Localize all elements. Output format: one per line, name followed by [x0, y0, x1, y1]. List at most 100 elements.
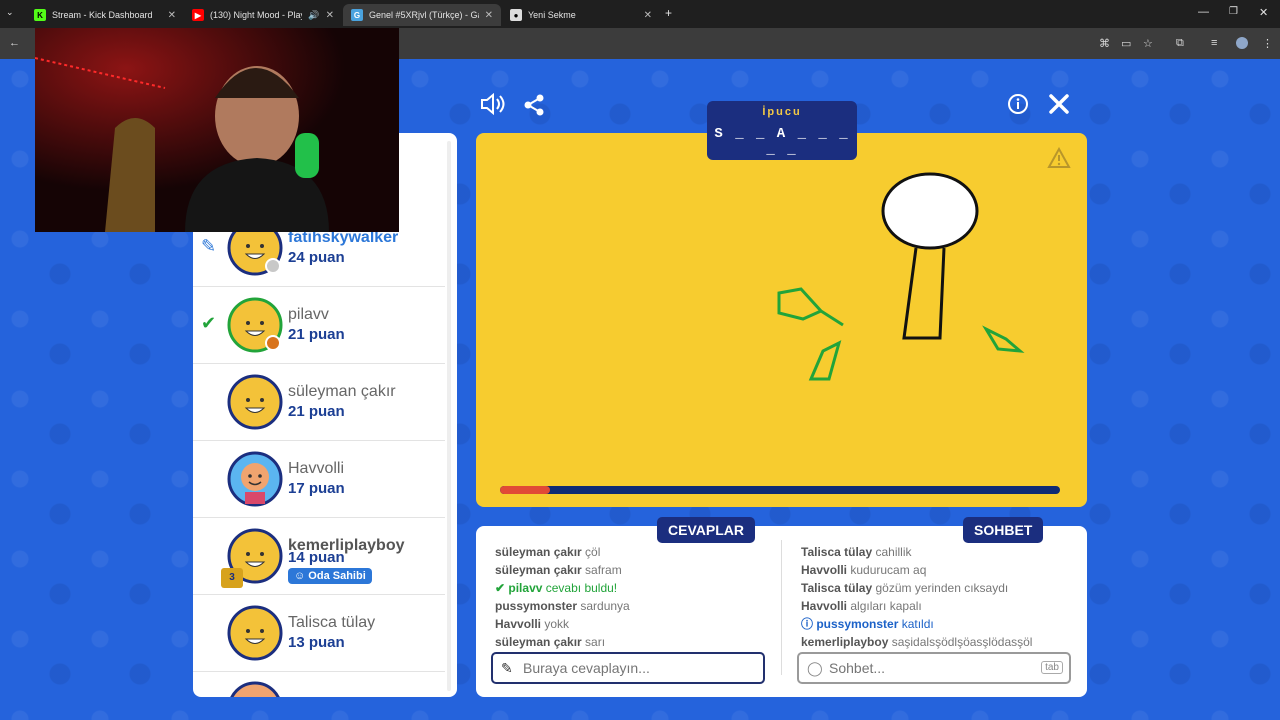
message-row: süleyman çakır sarı [495, 633, 765, 651]
chat-bubble-icon: ◯ [807, 660, 823, 676]
message-user: süleyman çakır [495, 545, 582, 559]
message-user: pussymonster [816, 617, 899, 631]
message-user: kemerliplayboy [801, 635, 889, 649]
message-text: sardunya [577, 599, 630, 613]
player-points: 24 puan [288, 249, 345, 266]
close-tab-icon[interactable]: ✕ [326, 10, 334, 21]
player-points: 13 puan [288, 634, 345, 651]
answer-input-box[interactable]: ✎ [491, 652, 765, 684]
message-user: Havvolli [801, 563, 848, 577]
drawing-canvas[interactable] [476, 133, 1087, 507]
message-text: yokk [541, 617, 570, 631]
message-user: Talisca tülay [801, 581, 873, 595]
hint-word: S _ _ A _ _ _ _ _ [714, 126, 850, 158]
new-tab-icon[interactable]: + [665, 6, 672, 20]
youtube-icon: ▶ [192, 9, 204, 21]
info-icon[interactable] [1007, 93, 1029, 121]
close-window-icon[interactable]: ✕ [1259, 6, 1268, 19]
tab-search-icon[interactable]: ⌄ [6, 7, 14, 18]
message-text: çöl [581, 545, 601, 559]
browser-tab-bar: ⌄ K Stream - Kick Dashboard ✕ ▶ (130) Ni… [0, 0, 1280, 28]
audio-playing-icon[interactable]: 🔊 [308, 10, 319, 21]
minimize-icon[interactable]: — [1198, 6, 1209, 18]
chat-list: Talisca tülay cahillik Havvolli kudurucam… [801, 543, 1071, 651]
chat-input-box[interactable]: ◯ tab [797, 652, 1071, 684]
tab-key-hint: tab [1041, 661, 1063, 674]
message-row: Havvolli yokk [495, 615, 765, 633]
message-text: sarı [581, 635, 606, 649]
message-text: gözüm yerinden cıksaydı [872, 581, 1009, 595]
player-row: ✔ pilavv 21 puan [193, 287, 445, 364]
message-text: algıları kapalı [847, 599, 922, 613]
player-points: 14 puan [288, 549, 345, 566]
cast-icon[interactable]: ▭ [1121, 37, 1131, 50]
room-owner-badge: ☺ Oda Sahibi [288, 568, 372, 584]
message-row: Talisca tülay gözüm yerinden cıksaydı [801, 579, 1071, 597]
message-text: safram [581, 563, 622, 577]
report-warning-icon[interactable] [1047, 146, 1071, 174]
player-row: Havvolli 17 puan [193, 441, 445, 518]
timer-fill [500, 486, 551, 494]
message-user: pussymonster [495, 599, 578, 613]
close-tab-icon[interactable]: ✕ [168, 10, 176, 21]
message-row: pussymonster sardunya [495, 597, 765, 615]
player-avatar-partial [230, 681, 280, 697]
hint-label: İpucu [762, 106, 802, 118]
maximize-icon[interactable]: ❐ [1229, 6, 1238, 17]
browser-tab-gartic[interactable]: G Genel #5XRjvl (Türkçe) - Gartic ✕ [343, 4, 501, 26]
panel-divider [781, 540, 782, 675]
webcam-overlay [35, 28, 399, 232]
answers-header: CEVAPLAR [657, 517, 755, 543]
message-row: süleyman çakır çöl [495, 543, 765, 561]
close-tab-icon[interactable]: ✕ [644, 10, 652, 21]
streamer-webcam-image [35, 28, 399, 232]
check-icon: ✔ [201, 313, 217, 333]
message-text: saşidalsşödlşöasşlödasşöl [888, 635, 1033, 649]
answers-list: süleyman çakır çöl süleyman çakır safram ✔… [495, 543, 765, 651]
back-icon[interactable]: ← [9, 37, 20, 49]
message-user: Havvolli [495, 617, 542, 631]
profile-avatar[interactable] [1236, 37, 1248, 49]
hint-box: İpucu S _ _ A _ _ _ _ _ [707, 101, 857, 160]
message-text: cevabı buldu! [542, 581, 618, 595]
bookmark-star-icon[interactable]: ☆ [1143, 37, 1153, 50]
share-icon[interactable] [522, 93, 546, 123]
message-row: Havvolli kudurucam aq [801, 561, 1071, 579]
translate-icon[interactable]: ⌘ [1099, 37, 1110, 50]
chrome-icon: ● [510, 9, 522, 21]
message-user: süleyman çakır [495, 563, 582, 577]
browser-tab-youtube[interactable]: ▶ (130) Night Mood - Playlist 🔊 ✕ [184, 4, 342, 26]
trophy-icon: 3 [221, 568, 243, 588]
message-text: katıldı [898, 617, 934, 631]
menu-icon[interactable]: ⋮ [1262, 37, 1273, 50]
browser-tab-kick[interactable]: K Stream - Kick Dashboard ✕ [26, 4, 184, 26]
message-row: Talisca tülay cahillik [801, 543, 1071, 561]
timer-bar [500, 486, 1060, 494]
chat-input[interactable] [829, 660, 1069, 676]
player-row: Talisca tülay 13 puan [193, 595, 445, 672]
extensions-icon[interactable]: ⧉ [1176, 37, 1184, 50]
message-row: ✔ pilavv cevabı buldu! [495, 579, 765, 597]
player-points: 17 puan [288, 480, 345, 497]
close-icon[interactable] [1048, 93, 1070, 121]
player-name: pilavv [288, 306, 329, 323]
browser-tab-new[interactable]: ● Yeni Sekme ✕ [502, 4, 660, 26]
pencil-icon: ✎ [201, 236, 217, 256]
player-avatar [227, 374, 283, 430]
message-user: Havvolli [801, 599, 848, 613]
sound-icon[interactable] [480, 92, 506, 121]
players-scrollbar[interactable] [447, 141, 451, 691]
message-text: kudurucam aq [847, 563, 927, 577]
player-points: 21 puan [288, 326, 345, 343]
chat-header: SOHBET [963, 517, 1044, 543]
message-row: süleyman çakır safram [495, 561, 765, 579]
player-avatar [227, 297, 283, 353]
check-icon: ✔ [495, 581, 509, 595]
answer-input[interactable] [523, 660, 763, 676]
player-name: Havvolli [288, 460, 345, 477]
message-text: cahillik [872, 545, 912, 559]
player-avatar [227, 451, 283, 507]
close-tab-icon[interactable]: ✕ [485, 10, 493, 21]
reading-list-icon[interactable]: ≡ [1211, 37, 1217, 49]
message-row: ⓘ pussymonster katıldı [801, 615, 1071, 633]
